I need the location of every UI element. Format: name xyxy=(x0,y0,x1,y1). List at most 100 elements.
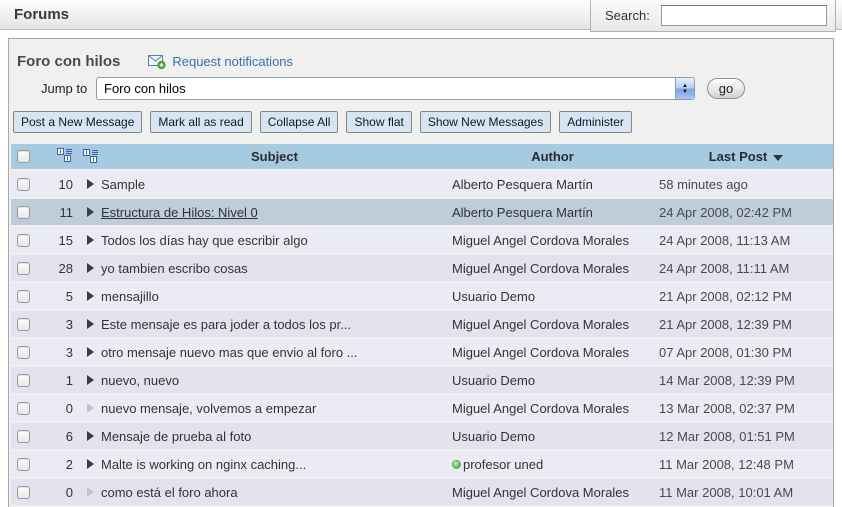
thread-subject[interactable]: mensajillo xyxy=(101,289,159,304)
search-input[interactable] xyxy=(661,5,827,26)
thread-subject[interactable]: Mensaje de prueba al foto xyxy=(101,429,251,444)
select-all-checkbox[interactable] xyxy=(17,150,30,163)
table-row: 3 Este mensaje es para joder a todos los… xyxy=(11,311,833,337)
forum-title: Foro con hilos xyxy=(17,53,120,70)
table-row: 2 Malte is working on nginx caching... p… xyxy=(11,451,833,477)
table-row: 6 Mensaje de prueba al foto Usuario Demo… xyxy=(11,423,833,449)
expand-thread-icon[interactable] xyxy=(87,179,94,189)
author-name: profesor uned xyxy=(463,457,543,472)
row-checkbox[interactable] xyxy=(17,402,30,415)
page-title: Forums xyxy=(14,6,69,23)
table-row: 0 como está el foro ahora Miguel Angel C… xyxy=(11,479,833,505)
page: Forums Search: Foro con hilos Request no… xyxy=(0,0,842,507)
row-checkbox[interactable] xyxy=(17,458,30,471)
thread-subject[interactable]: como está el foro ahora xyxy=(101,485,238,500)
subject-column-header[interactable]: Subject xyxy=(101,149,448,164)
row-checkbox[interactable] xyxy=(17,430,30,443)
toolbar-button[interactable]: Show flat xyxy=(346,111,411,133)
author-name: Miguel Angel Cordova Morales xyxy=(452,485,629,500)
thread-subject[interactable]: Malte is working on nginx caching... xyxy=(101,457,306,472)
expand-thread-icon[interactable] xyxy=(87,291,94,301)
expand-thread-icon[interactable] xyxy=(87,263,94,273)
toolbar-button[interactable]: Administer xyxy=(559,111,632,133)
last-post-time: 21 Apr 2008, 12:39 PM xyxy=(653,317,833,332)
last-post-time: 11 Mar 2008, 12:48 PM xyxy=(653,457,833,472)
author-name: Alberto Pesquera Martín xyxy=(452,177,593,192)
envelope-plus-icon xyxy=(148,54,166,69)
table-row: 11 Estructura de Hilos: Nivel 0 Alberto … xyxy=(11,199,833,225)
expand-thread-icon[interactable] xyxy=(87,347,94,357)
online-indicator-icon xyxy=(452,460,461,469)
row-checkbox[interactable] xyxy=(17,262,30,275)
last-post-time: 24 Apr 2008, 11:13 AM xyxy=(653,233,833,248)
table-row: 28 yo tambien escribo cosas Miguel Angel… xyxy=(11,255,833,281)
row-checkbox[interactable] xyxy=(17,178,30,191)
row-checkbox[interactable] xyxy=(17,346,30,359)
thread-subject[interactable]: Estructura de Hilos: Nivel 0 xyxy=(101,205,258,220)
toolbar: Post a New Message Mark all as read Coll… xyxy=(13,111,640,133)
expand-thread-icon[interactable] xyxy=(87,375,94,385)
last-post-column-header[interactable]: Last Post xyxy=(653,149,833,164)
sort-new-messages-icon[interactable] xyxy=(83,149,99,164)
last-post-time: 11 Mar 2008, 10:01 AM xyxy=(653,485,833,500)
thread-subject[interactable]: nuevo, nuevo xyxy=(101,373,179,388)
reply-count: 1 xyxy=(41,373,79,388)
toolbar-button[interactable]: Collapse All xyxy=(260,111,339,133)
reply-count: 11 xyxy=(41,205,79,220)
expand-thread-icon xyxy=(87,403,94,413)
expand-thread-icon[interactable] xyxy=(87,459,94,469)
sort-messages-icon[interactable] xyxy=(57,148,73,163)
last-post-time: 13 Mar 2008, 02:37 PM xyxy=(653,401,833,416)
expand-thread-icon[interactable] xyxy=(87,319,94,329)
toolbar-button[interactable]: Post a New Message xyxy=(13,111,142,133)
last-post-time: 21 Apr 2008, 02:12 PM xyxy=(653,289,833,304)
expand-thread-icon[interactable] xyxy=(87,235,94,245)
row-checkbox[interactable] xyxy=(17,374,30,387)
request-notifications-link[interactable]: Request notifications xyxy=(172,54,293,69)
row-checkbox[interactable] xyxy=(17,486,30,499)
go-button[interactable]: go xyxy=(707,78,745,99)
reply-count: 15 xyxy=(41,233,79,248)
reply-count: 6 xyxy=(41,429,79,444)
thread-subject[interactable]: Todos los días hay que escribir algo xyxy=(101,233,308,248)
thread-subject[interactable]: Este mensaje es para joder a todos los p… xyxy=(101,317,351,332)
thread-subject[interactable]: yo tambien escribo cosas xyxy=(101,261,248,276)
last-post-time: 14 Mar 2008, 12:39 PM xyxy=(653,373,833,388)
row-checkbox[interactable] xyxy=(17,318,30,331)
reply-count: 2 xyxy=(41,457,79,472)
table-row: 5 mensajillo Usuario Demo 21 Apr 2008, 0… xyxy=(11,283,833,309)
toolbar-button[interactable]: Show New Messages xyxy=(420,111,551,133)
forum-select[interactable]: Foro con hilos ▲ ▼ xyxy=(96,77,695,100)
row-checkbox[interactable] xyxy=(17,234,30,247)
author-name: Miguel Angel Cordova Morales xyxy=(452,261,629,276)
expand-thread-icon[interactable] xyxy=(87,207,94,217)
table-row: 0 nuevo mensaje, volvemos a empezar Migu… xyxy=(11,395,833,421)
table-row: 1 nuevo, nuevo Usuario Demo 14 Mar 2008,… xyxy=(11,367,833,393)
table-header-row: Subject Author Last Post xyxy=(11,144,833,169)
author-name: Miguel Angel Cordova Morales xyxy=(452,345,629,360)
toolbar-button[interactable]: Mark all as read xyxy=(150,111,251,133)
last-post-time: 07 Apr 2008, 01:30 PM xyxy=(653,345,833,360)
thread-subject[interactable]: otro mensaje nuevo mas que envio al foro… xyxy=(101,345,358,360)
author-name: Miguel Angel Cordova Morales xyxy=(452,233,629,248)
author-name: Miguel Angel Cordova Morales xyxy=(452,401,629,416)
table-row: 3 otro mensaje nuevo mas que envio al fo… xyxy=(11,339,833,365)
author-name: Usuario Demo xyxy=(452,289,535,304)
threads-table: Subject Author Last Post 10 Sample Alber… xyxy=(11,144,833,507)
row-checkbox[interactable] xyxy=(17,290,30,303)
row-checkbox[interactable] xyxy=(17,206,30,219)
forum-panel: Foro con hilos Request notifications Jum… xyxy=(8,38,834,507)
thread-subject[interactable]: nuevo mensaje, volvemos a empezar xyxy=(101,401,316,416)
last-post-time: 24 Apr 2008, 11:11 AM xyxy=(653,261,833,276)
last-post-time: 58 minutes ago xyxy=(653,177,833,192)
author-column-header[interactable]: Author xyxy=(448,149,653,164)
last-post-time: 24 Apr 2008, 02:42 PM xyxy=(653,205,833,220)
reply-count: 5 xyxy=(41,289,79,304)
table-row: 10 Sample Alberto Pesquera Martín 58 min… xyxy=(11,171,833,197)
select-stepper-icon: ▲ ▼ xyxy=(675,78,694,99)
author-name: Usuario Demo xyxy=(452,373,535,388)
expand-thread-icon[interactable] xyxy=(87,431,94,441)
thread-subject[interactable]: Sample xyxy=(101,177,145,192)
author-name: Usuario Demo xyxy=(452,429,535,444)
expand-thread-icon xyxy=(87,487,94,497)
